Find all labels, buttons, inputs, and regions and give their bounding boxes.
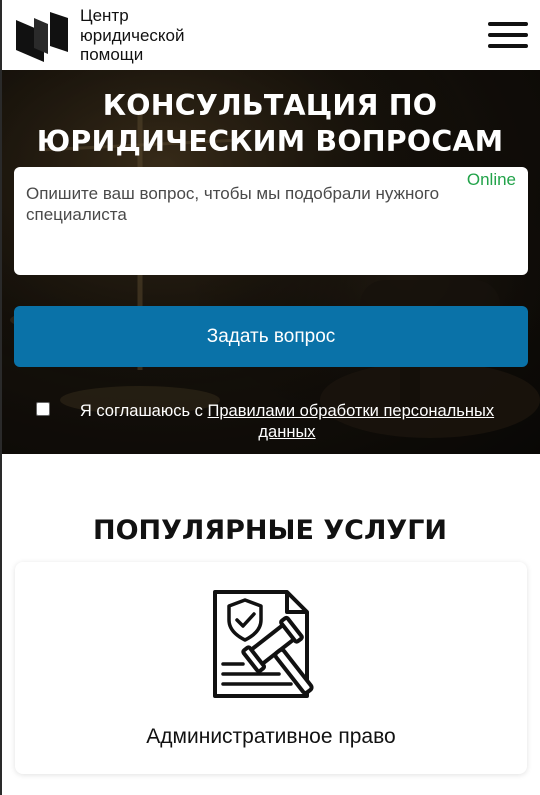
consent-prefix: Я соглашаюсь с bbox=[79, 402, 208, 420]
logo-text[interactable]: Центр юридической помощи bbox=[80, 6, 185, 65]
hero-section: КОНСУЛЬТАЦИЯ ПО ЮРИДИЧЕСКИМ ВОПРОСАМ Onl… bbox=[0, 70, 540, 454]
question-input[interactable] bbox=[26, 183, 466, 263]
book-logo-icon[interactable] bbox=[14, 10, 70, 62]
ask-question-button[interactable]: Задать вопрос bbox=[14, 306, 528, 367]
logo-line-2: юридической bbox=[80, 25, 185, 45]
service-label: Административное право bbox=[146, 725, 396, 748]
consent-row: Я соглашаюсь с Правилами обработки персо… bbox=[36, 401, 516, 443]
site-header: Центр юридической помощи bbox=[0, 0, 540, 70]
online-status: Online bbox=[466, 170, 516, 189]
services-title: ПОПУЛЯРНЫЕ УСЛУГИ bbox=[92, 515, 448, 546]
privacy-policy-link[interactable]: Правилами обработки персональных данных bbox=[208, 402, 495, 441]
hero-title-line-2: ЮРИДИЧЕСКИМ ВОПРОСАМ bbox=[36, 125, 504, 158]
hero-title: КОНСУЛЬТАЦИЯ ПО ЮРИДИЧЕСКИМ ВОПРОСАМ bbox=[0, 88, 540, 160]
consent-checkbox[interactable] bbox=[36, 402, 50, 416]
logo-line-1: Центр bbox=[80, 6, 129, 25]
hamburger-menu-icon[interactable] bbox=[488, 22, 528, 48]
logo-line-3: помощи bbox=[80, 45, 144, 64]
consent-text: Я соглашаюсь с Правилами обработки персо… bbox=[36, 401, 516, 443]
question-box: Online bbox=[14, 167, 528, 275]
service-card-administrative-law[interactable]: Административное право bbox=[15, 562, 527, 774]
left-border bbox=[0, 0, 2, 795]
hero-title-line-1: КОНСУЛЬТАЦИЯ ПО bbox=[102, 89, 438, 122]
legal-document-gavel-icon bbox=[213, 590, 314, 698]
